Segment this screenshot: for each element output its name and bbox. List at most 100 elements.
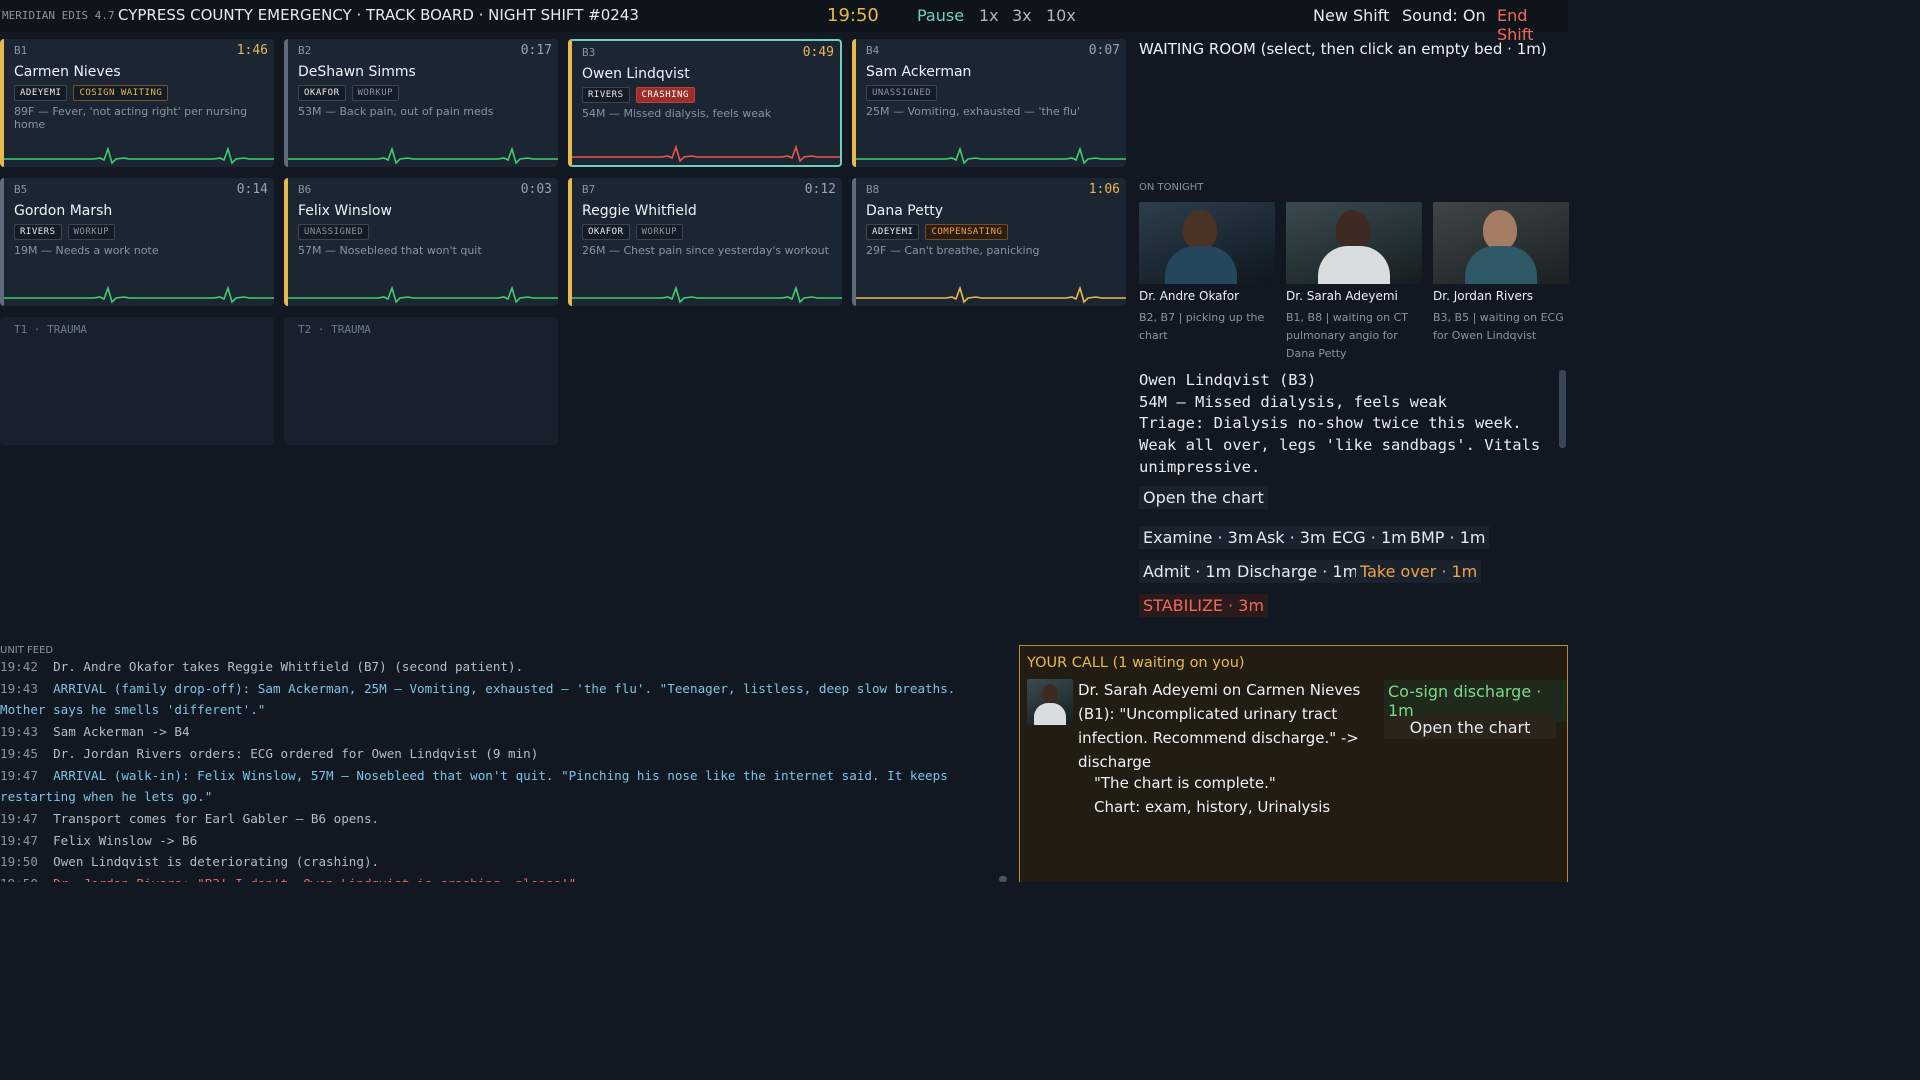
feed-text: Owen Lindqvist is deteriorating (crashin… [53, 854, 380, 870]
your-call-quote: "The chart is complete." [1094, 774, 1276, 792]
bed-tags: ADEYEMI COMPENSATING [866, 224, 1009, 240]
feed-text: Transport comes for Earl Gabler — B6 ope… [53, 810, 380, 826]
feed-line: 19:43 ARRIVAL (family drop-off): Sam Ack… [0, 678, 1000, 700]
doctor-card-rivers[interactable]: Dr. Jordan Rivers B3, B5 | waiting on EC… [1433, 202, 1569, 345]
your-call-panel: YOUR CALL (1 waiting on you) Dr. Sarah A… [1019, 645, 1568, 882]
trauma-bay-t2[interactable]: T2 · TRAUMA [284, 317, 558, 445]
take-over-button[interactable]: Take over · 1m [1356, 560, 1482, 583]
ask-button[interactable]: Ask · 3m [1252, 526, 1330, 549]
feed-time: 19:43 [0, 680, 38, 696]
doctor-card-adeyemi[interactable]: Dr. Sarah Adeyemi B1, B8 | waiting on CT… [1286, 202, 1422, 363]
ecg-trace [572, 286, 842, 304]
bed-timer: 0:03 [520, 182, 552, 197]
status-tag: WORKUP [67, 224, 116, 240]
discharge-button[interactable]: Discharge · 1m [1233, 560, 1363, 583]
feed-text: ARRIVAL (family drop-off): Sam Ackerman,… [53, 680, 956, 696]
on-tonight-label: ON TONIGHT [1139, 182, 1204, 193]
feed-line: 19:43 Sam Ackerman -> B4 [0, 721, 1000, 743]
bed-code: B1 [14, 44, 28, 57]
feed-line: 19:47 Felix Winslow -> B6 [0, 830, 1000, 852]
feed-text: ARRIVAL (walk-in): Felix Winslow, 57M — … [53, 767, 948, 783]
bed-card-b4[interactable]: B4 0:07 Sam Ackerman UNASSIGNED 25M — Vo… [852, 39, 1126, 167]
feed-line: Mother says he smells 'different'." [0, 699, 1000, 721]
doctor-card-okafor[interactable]: Dr. Andre Okafor B2, B7 | picking up the… [1139, 202, 1275, 345]
patient-name: Gordon Marsh [14, 203, 113, 219]
bed-card-b1[interactable]: B1 1:46 Carmen Nieves ADEYEMI COSIGN WAIT… [0, 39, 274, 167]
bed-card-b6[interactable]: B6 0:03 Felix Winslow UNASSIGNED 57M — N… [284, 178, 558, 306]
detail-summary: 54M — Missed dialysis, feels weak [1139, 392, 1447, 411]
ecg-button[interactable]: ECG · 1m [1328, 526, 1411, 549]
bed-card-b5[interactable]: B5 0:14 Gordon Marsh RIVERS WORKUP 19M — … [0, 178, 274, 306]
patient-name: Dana Petty [866, 203, 944, 219]
doctor-tag: OKAFOR [582, 224, 630, 240]
speed-3x-button[interactable]: 3x [1012, 6, 1032, 25]
trauma-bay-t1[interactable]: T1 · TRAUMA [0, 317, 274, 445]
unit-feed-title: UNIT FEED [0, 645, 54, 656]
chief-complaint: 53M — Back pain, out of pain meds [298, 105, 494, 118]
new-shift-button[interactable]: New Shift [1313, 6, 1389, 25]
feed-line: 19:47 ARRIVAL (walk-in): Felix Winslow, … [0, 765, 1000, 787]
chief-complaint: 29F — Can't breathe, panicking [866, 244, 1040, 257]
your-call-open-chart-button[interactable]: Open the chart [1384, 716, 1556, 739]
ecg-trace [856, 286, 1126, 304]
feed-text: Sam Ackerman -> B4 [53, 724, 190, 740]
bed-timer: 0:07 [1088, 43, 1120, 58]
feed-text: restarting when he lets go." [0, 789, 213, 805]
bed-card-b7[interactable]: B7 0:12 Reggie Whitfield OKAFOR WORKUP 26… [568, 178, 842, 306]
speed-10x-button[interactable]: 10x [1046, 6, 1076, 25]
status-tag: WORKUP [351, 85, 400, 101]
doctor-tag: RIVERS [582, 87, 630, 103]
sound-toggle[interactable]: Sound: On [1402, 6, 1486, 25]
feed-scrollbar[interactable] [999, 876, 1007, 882]
board-title: CYPRESS COUNTY EMERGENCY · TRACK BOARD ·… [118, 6, 639, 24]
feed-line: 19:50 Owen Lindqvist is deteriorating (c… [0, 851, 1000, 873]
waiting-room-title: WAITING ROOM (select, then click an empt… [1139, 40, 1547, 58]
doctor-note: B2, B7 | picking up the chart [1139, 311, 1265, 342]
bed-timer: 1:46 [236, 43, 268, 58]
feed-line: 19:45 Dr. Jordan Rivers orders: ECG orde… [0, 743, 1000, 765]
ecg-trace [856, 147, 1126, 165]
end-shift-button[interactable]: End Shift [1497, 6, 1568, 44]
feed-text: Mother says he smells 'different'." [0, 702, 266, 718]
stabilize-button[interactable]: STABILIZE · 3m [1139, 594, 1269, 617]
detail-scrollbar[interactable] [1559, 370, 1566, 448]
doctor-avatar [1433, 202, 1569, 284]
bed-tags: RIVERS CRASHING [582, 87, 695, 103]
patient-name: DeShawn Simms [298, 64, 416, 80]
feed-text: Felix Winslow -> B6 [53, 832, 198, 848]
bed-card-b3[interactable]: B3 0:49 Owen Lindqvist RIVERS CRASHING 54… [568, 39, 842, 167]
detail-triage: unimpressive. [1139, 457, 1261, 476]
feed-text: Dr. Jordan Rivers: "B3! I don't— Owen Li… [53, 876, 576, 882]
doctor-name: Dr. Andre Okafor [1139, 289, 1240, 303]
feed-line: 19:50 Dr. Jordan Rivers: "B3! I don't— O… [0, 873, 1000, 882]
feed-time: 19:45 [0, 745, 38, 761]
bed-timer: 0:14 [236, 182, 268, 197]
feed-text: Dr. Jordan Rivers orders: ECG ordered fo… [53, 745, 539, 761]
status-tag: COMPENSATING [925, 224, 1009, 240]
feed-time: 19:42 [0, 659, 38, 674]
bmp-button[interactable]: BMP · 1m [1406, 526, 1490, 549]
bed-tags: ADEYEMI COSIGN WAITING [14, 85, 169, 101]
your-call-request: Dr. Sarah Adeyemi on Carmen Nieves (B1):… [1078, 681, 1361, 771]
bed-card-b8[interactable]: B8 1:06 Dana Petty ADEYEMI COMPENSATING 2… [852, 178, 1126, 306]
bed-tags: UNASSIGNED [298, 224, 370, 240]
open-chart-button[interactable]: Open the chart [1139, 486, 1268, 509]
patient-name: Owen Lindqvist [582, 66, 690, 82]
feed-line: 19:42 Dr. Andre Okafor takes Reggie Whit… [0, 656, 1000, 678]
doctor-name: Dr. Sarah Adeyemi [1286, 289, 1398, 303]
bed-timer: 0:17 [520, 43, 552, 58]
detail-header: Owen Lindqvist (B3) [1139, 371, 1317, 389]
bed-tags: OKAFOR WORKUP [582, 224, 684, 240]
patient-name: Sam Ackerman [866, 64, 972, 80]
bed-card-b2[interactable]: B2 0:17 DeShawn Simms OKAFOR WORKUP 53M —… [284, 39, 558, 167]
chief-complaint: 19M — Needs a work note [14, 244, 159, 257]
app-version: MERIDIAN EDIS 4.7 [2, 9, 115, 22]
admit-button[interactable]: Admit · 1m [1139, 560, 1236, 583]
feed-time: 19:47 [0, 767, 38, 783]
examine-button[interactable]: Examine · 3m [1139, 526, 1258, 549]
pause-button[interactable]: Pause [917, 6, 964, 25]
bed-tags: RIVERS WORKUP [14, 224, 116, 240]
bed-timer: 0:49 [802, 45, 834, 60]
feed-time: 19:47 [0, 810, 38, 826]
speed-1x-button[interactable]: 1x [979, 6, 999, 25]
